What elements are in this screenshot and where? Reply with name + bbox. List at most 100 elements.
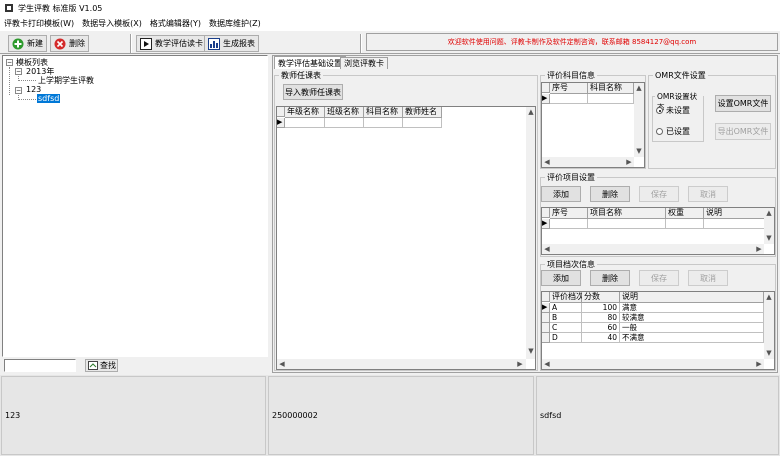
menu-print-template[interactable]: 评教卡打印模板(W) [0, 18, 78, 29]
col-level[interactable]: 评价档次 [550, 292, 584, 303]
score-cell[interactable]: 100 [582, 303, 620, 313]
scroll-right-icon[interactable]: ▶ [515, 360, 525, 368]
horizontal-scrollbar[interactable]: ◀ ▶ [542, 359, 764, 369]
tree-item-selected[interactable]: sdfsd [37, 94, 61, 103]
tab-browse-cards[interactable]: 浏览评教卡 [340, 57, 388, 69]
scroll-right-icon[interactable]: ▶ [754, 360, 764, 368]
scroll-right-icon[interactable]: ▶ [624, 158, 634, 166]
horizontal-scrollbar[interactable]: ◀ ▶ [542, 157, 634, 167]
col-description[interactable]: 说明 [704, 208, 766, 219]
radio-not-set[interactable]: 未设置 [656, 105, 690, 116]
col-index[interactable]: 序号 [550, 83, 588, 94]
col-class[interactable]: 班级名称 [325, 107, 364, 118]
radio-set[interactable]: 已设置 [656, 126, 690, 137]
row-pointer-icon: ▶ [542, 219, 550, 229]
score-cell[interactable]: 60 [582, 323, 620, 333]
level-cell[interactable]: D [550, 333, 582, 343]
level-cell[interactable]: B [550, 313, 582, 323]
grid-corner [542, 208, 550, 218]
delete-button[interactable]: 删除 [50, 35, 89, 52]
tree-item-term[interactable]: 上学期学生评教 [38, 75, 94, 86]
scroll-left-icon[interactable]: ◀ [542, 158, 552, 166]
set-omr-button[interactable]: 设置OMR文件 [715, 95, 771, 112]
vertical-scrollbar[interactable]: ▲ ▼ [764, 292, 774, 359]
score-cell[interactable]: 80 [582, 313, 620, 323]
grid-cell[interactable] [666, 219, 704, 229]
tree-item-123[interactable]: 123 [26, 85, 41, 94]
scroll-down-icon[interactable]: ▼ [634, 147, 644, 155]
read-card-label: 教学评估读卡 [155, 39, 203, 48]
scroll-down-icon[interactable]: ▼ [526, 347, 535, 355]
menu-import-template[interactable]: 数据导入模板(X) [78, 18, 146, 29]
levels-save-button[interactable]: 保存 [639, 270, 679, 286]
tab-basic-settings[interactable]: 教学评估基础设置 [274, 56, 346, 69]
grid-cell[interactable] [588, 219, 666, 229]
items-delete-button[interactable]: 删除 [590, 186, 630, 202]
horizontal-scrollbar[interactable]: ◀ ▶ [277, 359, 526, 369]
col-weight[interactable]: 权重 [666, 208, 704, 219]
desc-cell[interactable]: 较满意 [620, 313, 764, 323]
search-input[interactable] [4, 359, 76, 372]
search-button[interactable]: 查找 [85, 359, 118, 372]
levels-delete-button[interactable]: 删除 [590, 270, 630, 286]
grid-cell[interactable] [403, 118, 442, 128]
horizontal-scrollbar[interactable]: ◀ ▶ [542, 244, 764, 254]
scroll-up-icon[interactable]: ▲ [634, 84, 644, 92]
scroll-right-icon[interactable]: ▶ [754, 245, 764, 253]
scroll-down-icon[interactable]: ▼ [764, 349, 774, 357]
teacher-group-title: 教师任课表 [279, 70, 323, 81]
scroll-left-icon[interactable]: ◀ [277, 360, 287, 368]
scroll-left-icon[interactable]: ◀ [542, 360, 552, 368]
levels-grid[interactable]: 评价档次 分数 说明 ▶ A 100 满意 B 80 较满意 C 60 一般 D… [541, 291, 775, 370]
items-add-button[interactable]: 添加 [541, 186, 581, 202]
new-button[interactable]: 新建 [8, 35, 47, 52]
vertical-scrollbar[interactable]: ▲ ▼ [764, 208, 774, 244]
vertical-scrollbar[interactable]: ▲ ▼ [526, 107, 535, 359]
level-cell[interactable]: A [550, 303, 582, 313]
desc-cell[interactable]: 满意 [620, 303, 764, 313]
desc-cell[interactable]: 不满意 [620, 333, 764, 343]
desc-cell[interactable]: 一般 [620, 323, 764, 333]
col-item-name[interactable]: 项目名称 [588, 208, 666, 219]
scroll-down-icon[interactable]: ▼ [764, 234, 774, 242]
scroll-up-icon[interactable]: ▲ [526, 108, 535, 116]
report-button[interactable]: 生成报表 [204, 35, 259, 52]
vertical-scrollbar[interactable]: ▲ ▼ [634, 83, 644, 157]
scroll-up-icon[interactable]: ▲ [764, 293, 774, 301]
grid-cell[interactable] [588, 94, 634, 104]
col-level-description[interactable]: 说明 [620, 292, 764, 303]
teacher-grid[interactable]: 年级名称 班级名称 科目名称 教师姓名 ▶ ▲ ▼ ◀ ▶ [276, 106, 536, 370]
menu-bar: 评教卡打印模板(W) 数据导入模板(X) 格式编辑器(Y) 数据库维护(Z) [0, 16, 780, 30]
scroll-left-icon[interactable]: ◀ [542, 245, 552, 253]
menu-db-maintenance[interactable]: 数据库维护(Z) [205, 18, 265, 29]
menu-format-editor[interactable]: 格式编辑器(Y) [146, 18, 205, 29]
template-tree[interactable]: − 模板列表 − 2013年 上学期学生评教 − 123 sdfsd [2, 55, 268, 357]
collapse-toggle[interactable]: − [15, 68, 22, 75]
collapse-toggle[interactable]: − [15, 87, 22, 94]
col-index[interactable]: 序号 [550, 208, 588, 219]
items-save-button[interactable]: 保存 [639, 186, 679, 202]
col-grade[interactable]: 年级名称 [285, 107, 325, 118]
items-grid[interactable]: 序号 项目名称 权重 说明 ▶ ▲ ▼ ◀ ▶ [541, 207, 775, 255]
grid-cell[interactable] [704, 219, 766, 229]
levels-add-button[interactable]: 添加 [541, 270, 581, 286]
col-subject-name[interactable]: 科目名称 [588, 83, 634, 94]
grid-cell[interactable] [550, 219, 588, 229]
grid-cell[interactable] [550, 94, 588, 104]
scroll-up-icon[interactable]: ▲ [764, 209, 774, 217]
col-score[interactable]: 分数 [582, 292, 620, 303]
export-omr-button[interactable]: 导出OMR文件 [715, 123, 771, 140]
collapse-toggle[interactable]: − [6, 59, 13, 66]
items-cancel-button[interactable]: 取消 [688, 186, 728, 202]
subject-grid[interactable]: 序号 科目名称 ▶ ▲ ▼ ◀ ▶ [541, 82, 645, 168]
grid-cell[interactable] [285, 118, 325, 128]
score-cell[interactable]: 40 [582, 333, 620, 343]
col-subject[interactable]: 科目名称 [364, 107, 403, 118]
level-cell[interactable]: C [550, 323, 582, 333]
levels-cancel-button[interactable]: 取消 [688, 270, 728, 286]
col-teacher[interactable]: 教师姓名 [403, 107, 442, 118]
grid-cell[interactable] [325, 118, 364, 128]
grid-cell[interactable] [364, 118, 403, 128]
import-teacher-button[interactable]: 导入教师任课表 [283, 84, 343, 100]
read-card-button[interactable]: 教学评估读卡 [136, 35, 207, 52]
